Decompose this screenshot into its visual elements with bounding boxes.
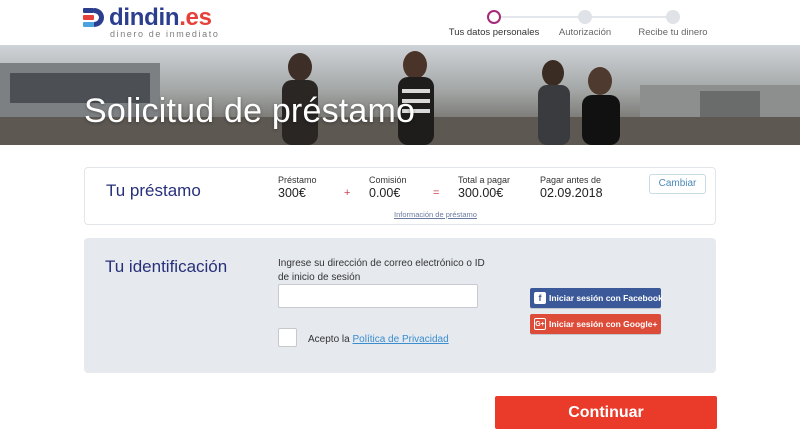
hero-banner: Solicitud de préstamo: [0, 45, 800, 145]
continue-button[interactable]: Continuar: [495, 396, 717, 429]
loan-due-date: Pagar antes de 02.09.2018: [540, 175, 603, 200]
facebook-login-button[interactable]: f Iniciar sesión con Facebook: [530, 288, 663, 308]
loan-due-value: 02.09.2018: [540, 186, 603, 200]
loan-summary-card: Tu préstamo Préstamo 300€ + Comisión 0.0…: [84, 167, 716, 225]
site-header: dindin.es dinero de inmediato Tus datos …: [0, 0, 800, 45]
privacy-consent: Acepto la Política de Privacidad: [308, 334, 449, 345]
loan-fee-label: Comisión: [369, 175, 407, 185]
loan-total-label: Total a pagar: [458, 175, 511, 185]
logo-mark-icon: [83, 8, 104, 27]
loan-fee: Comisión 0.00€: [369, 175, 407, 200]
loan-amount: Préstamo 300€: [278, 175, 317, 200]
loan-total-value: 300.00€: [458, 186, 504, 200]
facebook-icon: f: [534, 292, 546, 304]
loan-amount-value: 300€: [278, 186, 306, 200]
google-login-button[interactable]: G+ Iniciar sesión con Google+: [530, 314, 661, 334]
email-prompt: Ingrese su dirección de correo electróni…: [278, 258, 485, 283]
accept-label: Acepto la: [308, 334, 350, 345]
email-input[interactable]: [278, 284, 478, 308]
loan-heading: Tu préstamo: [106, 181, 201, 200]
loan-info-link[interactable]: Información de préstamo: [394, 210, 477, 219]
loan-amount-label: Préstamo: [278, 175, 317, 185]
privacy-checkbox[interactable]: [278, 328, 297, 347]
identification-panel: Tu identificación Ingrese su dirección d…: [84, 238, 716, 373]
progress-steps: Tus datos personales Autorización Recibe…: [440, 6, 740, 42]
step-2-indicator: [578, 10, 592, 24]
privacy-policy-link[interactable]: Política de Privacidad: [352, 334, 448, 345]
facebook-login-label: Iniciar sesión con Facebook: [549, 293, 663, 303]
google-plus-icon: G+: [534, 318, 546, 330]
step-connector: [591, 16, 673, 18]
identification-heading: Tu identificación: [105, 257, 228, 276]
step-connector: [501, 16, 585, 18]
brand-name: dindin.es: [109, 4, 212, 31]
step-2-label: Autorización: [558, 27, 612, 38]
plus-sign: +: [344, 187, 351, 199]
loan-total: Total a pagar 300.00€: [458, 175, 510, 200]
loan-due-label: Pagar antes de: [540, 175, 602, 185]
step-1-label: Tus datos personales: [448, 27, 540, 38]
step-1-indicator: [487, 10, 501, 24]
loan-fee-value: 0.00€: [369, 186, 401, 200]
change-loan-button[interactable]: Cambiar: [649, 174, 706, 194]
brand-tagline: dinero de inmediato: [110, 29, 220, 39]
google-login-label: Iniciar sesión con Google+: [549, 319, 658, 329]
equals-sign: =: [433, 187, 440, 199]
page-title: Solicitud de préstamo: [84, 92, 416, 130]
step-3-label: Recibe tu dinero: [638, 27, 708, 38]
step-3-indicator: [666, 10, 680, 24]
